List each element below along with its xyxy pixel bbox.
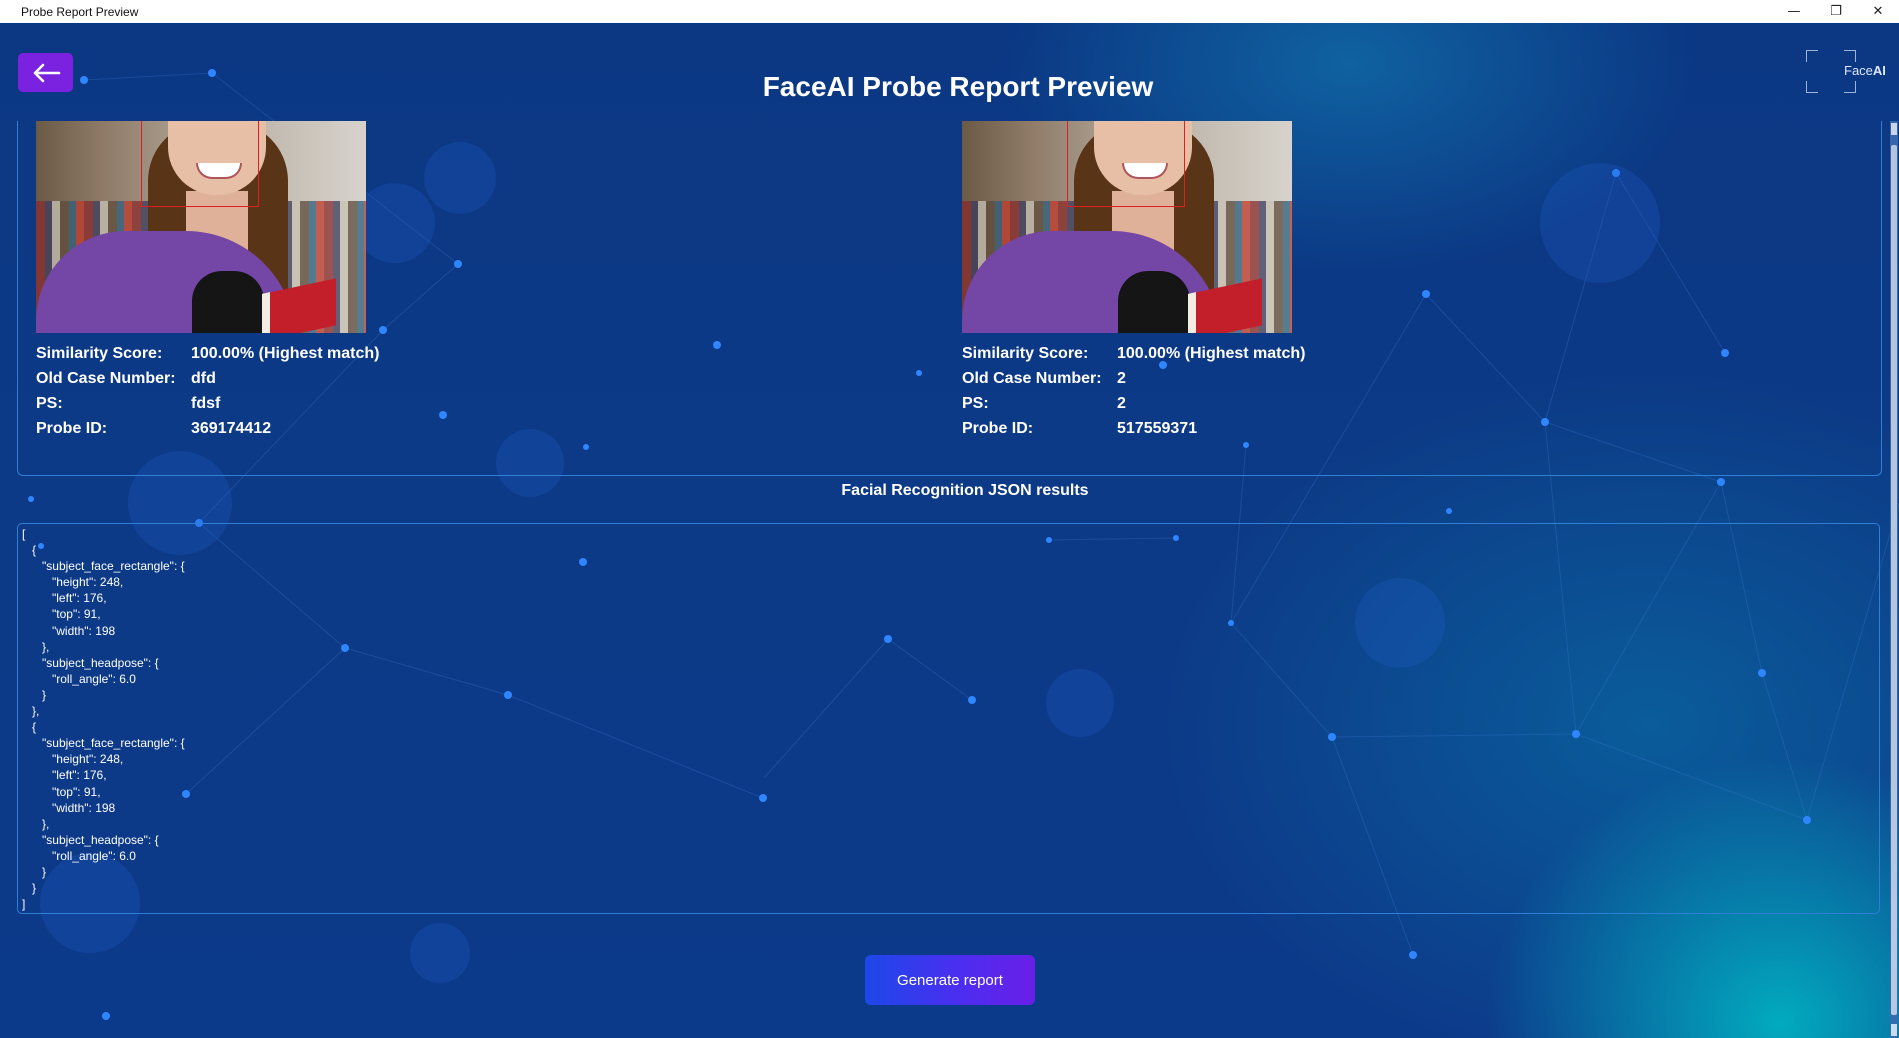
results-panel: Similarity Score: 100.00% (Highest match)… (17, 121, 1882, 476)
json-section-title: Facial Recognition JSON results (841, 482, 1089, 499)
logo-text: FaceAI (1844, 63, 1886, 78)
similarity-label: Similarity Score: (36, 345, 163, 362)
scroll-up-icon[interactable] (1891, 123, 1897, 135)
probe-id-label: Probe ID: (36, 420, 108, 437)
close-icon[interactable]: ✕ (1857, 0, 1899, 23)
faceai-logo: FaceAI (1806, 50, 1890, 93)
ps-value: 2 (1117, 395, 1126, 412)
app-body: FaceAI Probe Report Preview FaceAI Simil… (0, 23, 1899, 1038)
window-controls: — ❐ ✕ (1773, 0, 1899, 23)
ps-value: fdsf (191, 395, 221, 412)
window-title: Probe Report Preview (21, 4, 139, 19)
ps-label: PS: (36, 395, 63, 412)
case-label: Old Case Number: (962, 370, 1102, 387)
window-titlebar: Probe Report Preview — ❐ ✕ (0, 0, 1899, 23)
page-title: FaceAI Probe Report Preview (762, 71, 1154, 102)
similarity-label: Similarity Score: (962, 345, 1089, 362)
restore-icon[interactable]: ❐ (1815, 0, 1857, 23)
scrollbar-thumb[interactable] (1891, 145, 1897, 1015)
probe-photo (36, 121, 366, 333)
probe-photo (962, 121, 1292, 333)
case-label: Old Case Number: (36, 370, 176, 387)
vertical-scrollbar[interactable] (1890, 121, 1898, 1038)
ps-label: PS: (962, 395, 989, 412)
probe-id-label: Probe ID: (962, 420, 1034, 437)
case-value: 2 (1117, 370, 1126, 387)
case-value: dfd (191, 370, 216, 387)
scroll-down-icon[interactable] (1891, 1024, 1897, 1036)
probe-id-value: 369174412 (191, 420, 272, 437)
probe-id-value: 517559371 (1117, 420, 1198, 437)
json-results-textbox[interactable]: [ { "subject_face_rectangle": { "height"… (17, 523, 1880, 914)
json-results-text: [ { "subject_face_rectangle": { "height"… (22, 527, 185, 912)
similarity-value: 100.00% (Highest match) (191, 345, 380, 362)
minimize-icon[interactable]: — (1773, 0, 1815, 23)
face-bounding-box (1067, 121, 1185, 207)
similarity-value: 100.00% (Highest match) (1117, 345, 1306, 362)
generate-report-button[interactable]: Generate report (865, 955, 1035, 1005)
face-bounding-box (141, 121, 259, 207)
